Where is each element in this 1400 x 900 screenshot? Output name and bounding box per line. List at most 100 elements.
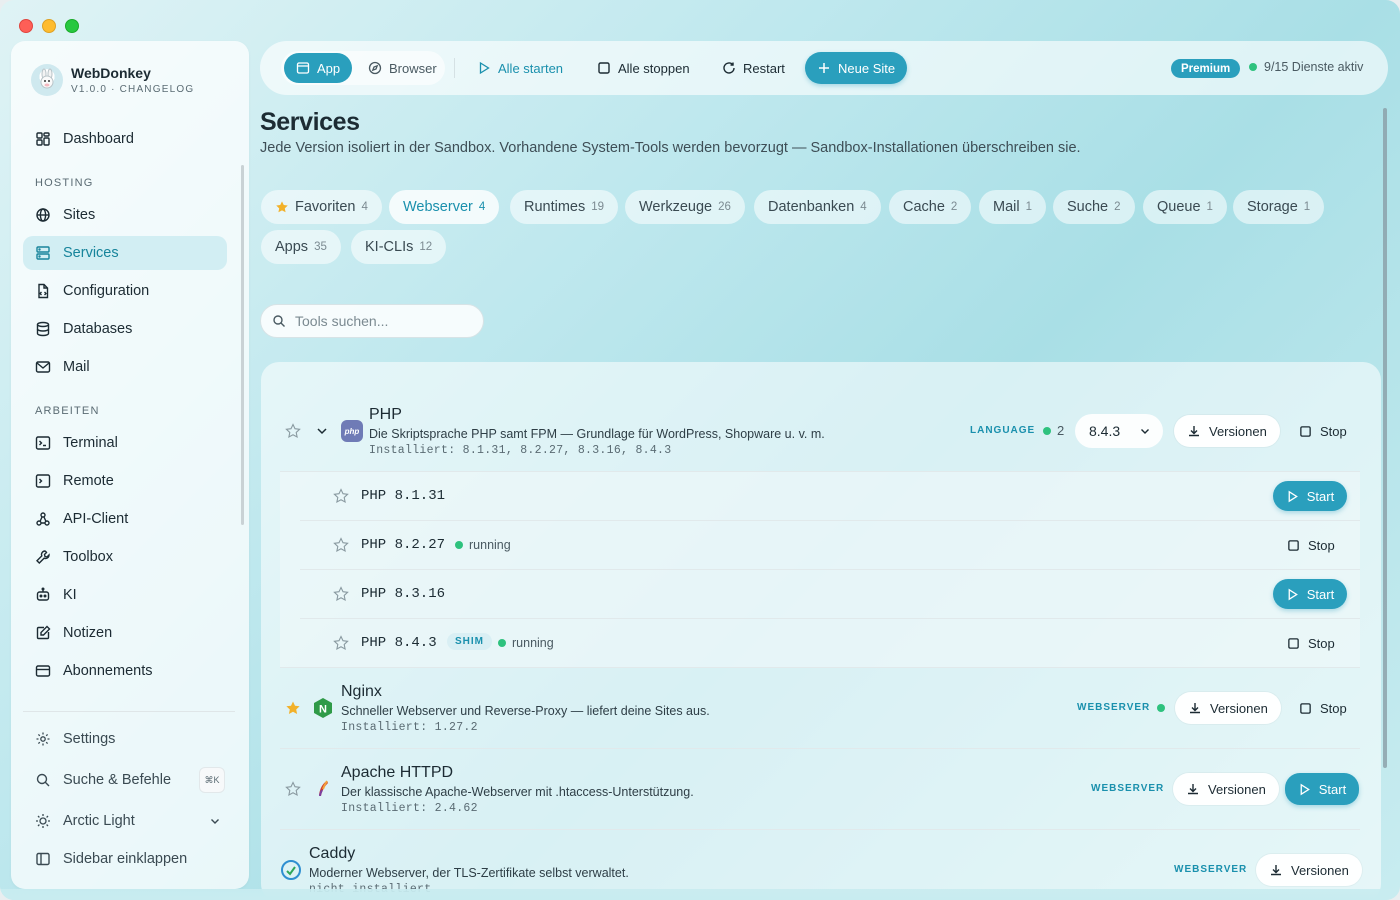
nginx-service-info: Nginx Schneller Webserver und Reverse-Pr… [341,683,710,734]
zoom-window-button[interactable] [65,19,79,33]
sidebar-item-configuration[interactable]: Configuration [23,274,227,308]
view-browser-button[interactable]: Browser [356,53,449,83]
version-start-button[interactable]: Start [1273,481,1347,511]
start-all-label: Alle starten [498,60,564,76]
status-label: running [469,538,511,552]
filter-mail[interactable]: Mail 1 [979,190,1046,224]
php-running-count: 2 [1043,423,1064,438]
filter-datenbanken[interactable]: Datenbanken 4 [754,190,881,224]
row-divider [280,471,1360,472]
sidebar-item-notizen[interactable]: Notizen [23,616,227,650]
sidebar-item-dashboard[interactable]: Dashboard [23,122,227,156]
nginx-versions-button[interactable]: Versionen [1175,692,1281,724]
main-scrollbar[interactable] [1383,108,1387,768]
filter-runtimes[interactable]: Runtimes 19 [510,190,619,224]
version-stop-button[interactable]: Stop [1287,636,1335,651]
sidebar-item-api-client[interactable]: API-Client [23,502,227,536]
filter-cache[interactable]: Cache 2 [889,190,972,224]
row-divider [300,520,1360,521]
stop-icon [598,62,610,74]
apache-service-info: Apache HTTPD Der klassische Apache-Webse… [341,764,694,815]
theme-label: Arctic Light [63,813,135,829]
new-site-button[interactable]: Neue Site [805,52,908,84]
service-name: Caddy [309,845,356,862]
sidebar-item-ki[interactable]: KI [23,578,227,612]
sidebar-item-abonnements[interactable]: Abonnements [23,654,227,688]
apache-start-button[interactable]: Start [1285,773,1359,805]
sidebar-item-databases[interactable]: Databases [23,312,227,346]
nginx-favorite-star[interactable] [285,700,301,721]
sidebar-item-label: Sites [63,207,96,223]
api-icon [36,512,50,526]
version-start-button[interactable]: Start [1273,579,1347,609]
caddy-versions-button[interactable]: Versionen [1256,854,1362,886]
sidebar: WebDonkey V1.0.0 · CHANGELOG Dashboard H… [11,41,249,889]
theme-selector[interactable]: Arctic Light [23,804,227,838]
sidebar-item-settings[interactable]: Settings [23,722,227,756]
service-description: Moderner Webserver, der TLS-Zertifikate … [309,866,629,880]
filter-ki-clis[interactable]: KI-CLIs 12 [351,230,447,264]
sidebar-item-remote[interactable]: Remote [23,464,227,498]
sidebar-item-label: API-Client [63,511,129,527]
sidebar-item-mail[interactable]: Mail [23,350,227,384]
sun-icon [36,814,50,828]
php-stop-button[interactable]: Stop [1299,424,1347,439]
toolbar-separator [454,58,455,78]
apache-favorite-star[interactable] [285,781,301,802]
minimize-window-button[interactable] [42,19,56,33]
version-status: running [455,538,511,552]
stop-all-label: Alle stoppen [618,60,690,76]
app-name: WebDonkey [71,65,151,81]
filter-suche[interactable]: Suche 2 [1053,190,1135,224]
service-description: Schneller Webserver und Reverse-Proxy — … [341,704,710,718]
apache-versions-button[interactable]: Versionen [1173,773,1279,805]
stop-all-button[interactable]: Alle stoppen [585,52,702,84]
version-favorite-star[interactable] [333,586,349,607]
version-favorite-star[interactable] [333,488,349,509]
filter-storage[interactable]: Storage 1 [1233,190,1325,224]
stop-icon [1300,426,1311,437]
compass-icon [368,61,382,75]
sidebar-collapse-button[interactable]: Sidebar einklappen [23,842,227,876]
filter-queue[interactable]: Queue 1 [1143,190,1227,224]
services-status: 9/15 Dienste aktiv [1249,60,1363,74]
star-outline-icon [333,635,349,651]
version-favorite-star[interactable] [333,635,349,656]
sidebar-scrollbar[interactable] [241,165,244,525]
app-version-changelog[interactable]: V1.0.0 · CHANGELOG [71,84,194,95]
view-app-button[interactable]: App [284,53,353,83]
filter-apps[interactable]: Apps 35 [261,230,341,264]
restart-button[interactable]: Restart [710,52,797,84]
sidebar-item-search-commands[interactable]: Suche & Befehle [23,763,227,797]
version-stop-button[interactable]: Stop [1287,538,1335,553]
sidebar-item-sites[interactable]: Sites [23,198,227,232]
start-all-button[interactable]: Alle starten [465,52,575,84]
sidebar-item-toolbox[interactable]: Toolbox [23,540,227,574]
php-collapse-toggle[interactable] [315,424,329,443]
toolbar: App Browser Alle starten Alle stoppen Re… [260,41,1388,95]
brand[interactable]: WebDonkey V1.0.0 · CHANGELOG [31,64,194,96]
database-icon [36,321,50,337]
close-window-button[interactable] [19,19,33,33]
premium-badge[interactable]: Premium [1171,59,1241,78]
nginx-stop-button[interactable]: Stop [1299,701,1347,716]
filter-werkzeuge[interactable]: Werkzeuge 26 [625,190,745,224]
new-site-label: Neue Site [838,60,896,76]
php-version-select[interactable]: 8.4.3 [1075,414,1163,448]
versions-label: Versionen [1209,423,1267,439]
filter-label: Runtimes [524,199,586,215]
sidebar-item-label: Mail [63,359,90,375]
php-favorite-star[interactable] [285,423,301,444]
filter-favoriten[interactable]: Favoriten 4 [261,190,382,224]
sidebar-item-services[interactable]: Services [23,236,227,270]
sidebar-item-terminal[interactable]: Terminal [23,426,227,460]
php-versions-button[interactable]: Versionen [1174,415,1280,447]
tools-search-input[interactable] [295,313,465,329]
star-outline-icon [333,488,349,504]
version-favorite-star[interactable] [333,537,349,558]
versions-label: Versionen [1291,862,1349,878]
filter-webserver[interactable]: Webserver 4 [389,190,500,224]
stop-icon [1288,638,1299,649]
filter-count: 35 [314,241,327,253]
filter-count: 4 [361,201,368,213]
